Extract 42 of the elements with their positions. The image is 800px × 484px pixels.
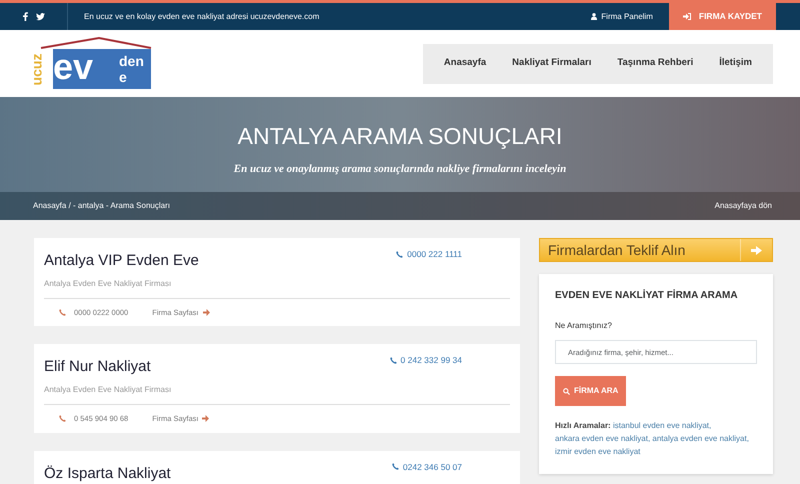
phone-icon (390, 357, 397, 364)
phone-icon (396, 250, 404, 258)
company-name: Antalya VIP Evden Eve (44, 252, 199, 270)
nav-link[interactable]: Nakliyat Firmaları (499, 56, 604, 71)
phone-number: 0242 346 50 07 (402, 460, 462, 474)
quick-search-label: Hızlı Aramalar: (555, 421, 611, 430)
sign-in-icon (682, 13, 691, 20)
facebook-icon[interactable] (22, 12, 28, 21)
quick-search-link[interactable]: antalya evden eve nakliyat, (652, 434, 749, 443)
quick-search-link[interactable]: ankara evden eve nakliyat, (555, 434, 650, 443)
panel-link[interactable]: Firma Panelim (591, 10, 653, 22)
offer-banner[interactable]: Firmalardan Teklif Alın (539, 238, 773, 262)
back-link[interactable]: Anasayfaya dön (714, 200, 772, 212)
search-button[interactable]: FİRMA ARA (555, 376, 626, 406)
company-name: Elif Nur Nakliyat (44, 358, 151, 376)
search-icon (563, 388, 570, 394)
field-label: Ne Aramıştınız? (555, 320, 613, 332)
panel-link-text: Firma Panelim (601, 10, 653, 22)
bird-icon[interactable] (36, 12, 44, 20)
register-button[interactable]: FIRMA KAYDET (668, 3, 776, 30)
phone-icon (59, 415, 66, 422)
arrow-right-icon (202, 415, 210, 422)
phone-icon (392, 463, 399, 470)
phone-icon (59, 309, 66, 316)
phone-number: 0000 222 1111 (407, 248, 462, 261)
arrow-right-icon (751, 246, 762, 254)
phone-number: 0 242 332 99 34 (400, 354, 462, 367)
nav-link[interactable]: Taşınma Rehberi (604, 56, 706, 71)
page-title: ANTALYA ARAMA SONUÇLARI (236, 123, 564, 151)
quick-search-link[interactable]: istanbul evden eve nakliyat, (612, 421, 712, 430)
arrow-right-icon (202, 309, 210, 316)
nav-link[interactable]: İletişim (706, 56, 765, 71)
hero-subtitle: En ucuz ve onaylanmış arama sonuçlarında nakliye firmalarını inceleyin (232, 162, 568, 177)
nav-link[interactable]: Anasayfa (430, 56, 500, 71)
tagline-text: En ucuz ve en kolay evden eve nakliyat adresi ucuzevdeneve.com (84, 10, 320, 22)
company-subtitle: Antalya Evden Eve Nakliyat Firması (44, 278, 172, 290)
quick-search-link[interactable]: izmir evden eve nakliyat (555, 446, 640, 456)
company-name: Öz Isparta Nakliyat (44, 464, 171, 482)
user-icon (591, 13, 598, 20)
panel-title: EVDEN EVE NAKLİYAT FİRMA ARAMA (555, 290, 739, 302)
company-subtitle: Antalya Evden Eve Nakliyat Firması (44, 384, 172, 396)
breadcrumb-text: Anasayfa / - antalya - Arama Sonuçları (33, 200, 170, 212)
